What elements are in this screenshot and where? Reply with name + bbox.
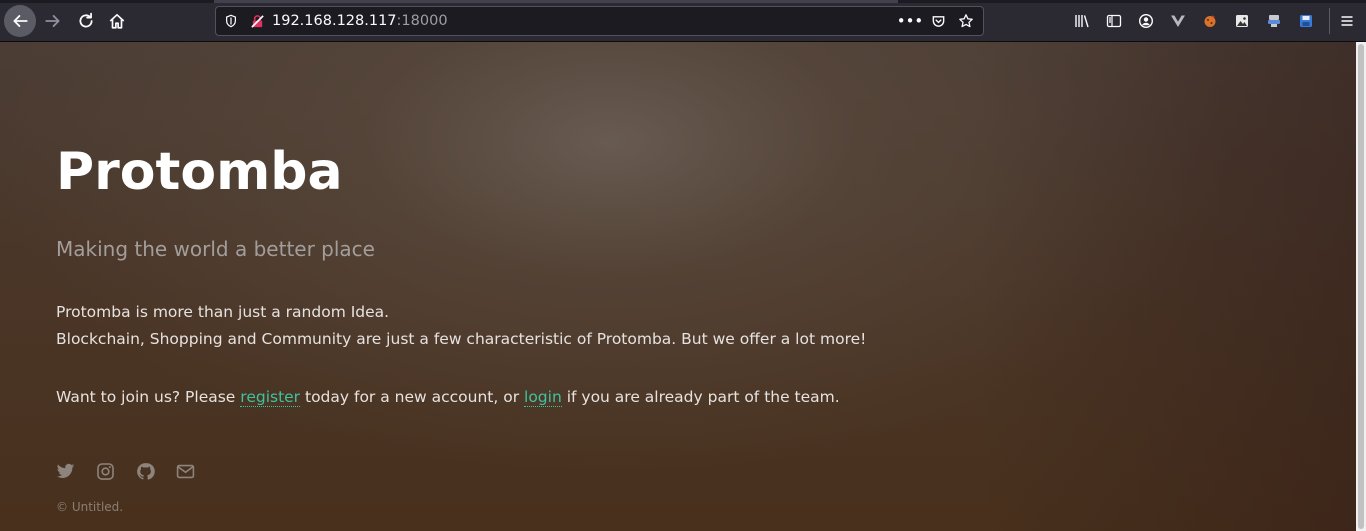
url-bar[interactable]: 192.168.128.117:18000 ••• [215, 6, 984, 36]
hamburger-menu-button[interactable] [1332, 5, 1362, 37]
page-scrollbar[interactable] [1356, 42, 1366, 531]
active-tab-indicator [214, 0, 898, 3]
intro-paragraph-2: Blockchain, Shopping and Community are j… [56, 330, 867, 348]
url-port: :18000 [396, 13, 448, 29]
account-icon[interactable] [1130, 5, 1162, 37]
join-middle: today for a new account, or [300, 388, 525, 406]
home-icon [109, 13, 125, 29]
proxy-extension-icon[interactable] [1258, 5, 1290, 37]
sidebar-icon[interactable] [1098, 5, 1130, 37]
browser-toolbar: 192.168.128.117:18000 ••• [0, 0, 1366, 42]
page-actions-menu-icon[interactable]: ••• [897, 10, 924, 32]
hamburger-menu-icon [1341, 16, 1353, 26]
shield-icon[interactable] [220, 10, 242, 32]
join-suffix: if you are already part of the team. [561, 388, 840, 406]
forward-button[interactable] [37, 5, 69, 37]
social-links [56, 462, 195, 481]
url-actions: ••• [897, 10, 977, 32]
url-host: 192.168.128.117 [272, 13, 397, 29]
github-icon[interactable] [136, 462, 155, 481]
login-link[interactable]: login [524, 388, 562, 407]
vue-devtools-icon[interactable] [1162, 5, 1194, 37]
intro-paragraph-1: Protomba is more than just a random Idea… [56, 303, 390, 321]
tab-strip [0, 0, 1366, 3]
instagram-icon[interactable] [96, 462, 115, 481]
register-link[interactable]: register [240, 388, 301, 407]
toolbar-separator [1329, 8, 1330, 34]
picture-extension-icon[interactable] [1226, 5, 1258, 37]
save-extension-icon[interactable] [1290, 5, 1322, 37]
scrollbar-thumb[interactable] [1358, 44, 1364, 529]
envelope-icon[interactable] [176, 462, 195, 481]
page-title: Protomba [56, 142, 343, 202]
copyright-text: © Untitled. [56, 500, 124, 514]
reload-icon [79, 12, 93, 28]
twitter-icon[interactable] [56, 462, 75, 481]
pocket-icon[interactable] [927, 10, 949, 32]
join-prefix: Want to join us? Please [56, 388, 241, 406]
back-button[interactable] [4, 5, 36, 37]
arrow-right-icon [45, 15, 60, 27]
page-body: Protomba Making the world a better place… [0, 42, 1356, 531]
arrow-left-icon [13, 15, 28, 27]
url-text[interactable]: 192.168.128.117:18000 [272, 13, 448, 29]
join-paragraph: Want to join us? Please register today f… [56, 388, 840, 407]
bookmark-star-icon[interactable] [955, 10, 977, 32]
page-subtitle: Making the world a better place [56, 237, 375, 261]
reload-button[interactable] [70, 5, 102, 37]
toolbar-extensions [1066, 5, 1322, 37]
home-button[interactable] [101, 5, 133, 37]
library-icon[interactable] [1066, 5, 1098, 37]
cookie-extension-icon[interactable] [1194, 5, 1226, 37]
insecure-lock-icon[interactable] [246, 10, 268, 32]
